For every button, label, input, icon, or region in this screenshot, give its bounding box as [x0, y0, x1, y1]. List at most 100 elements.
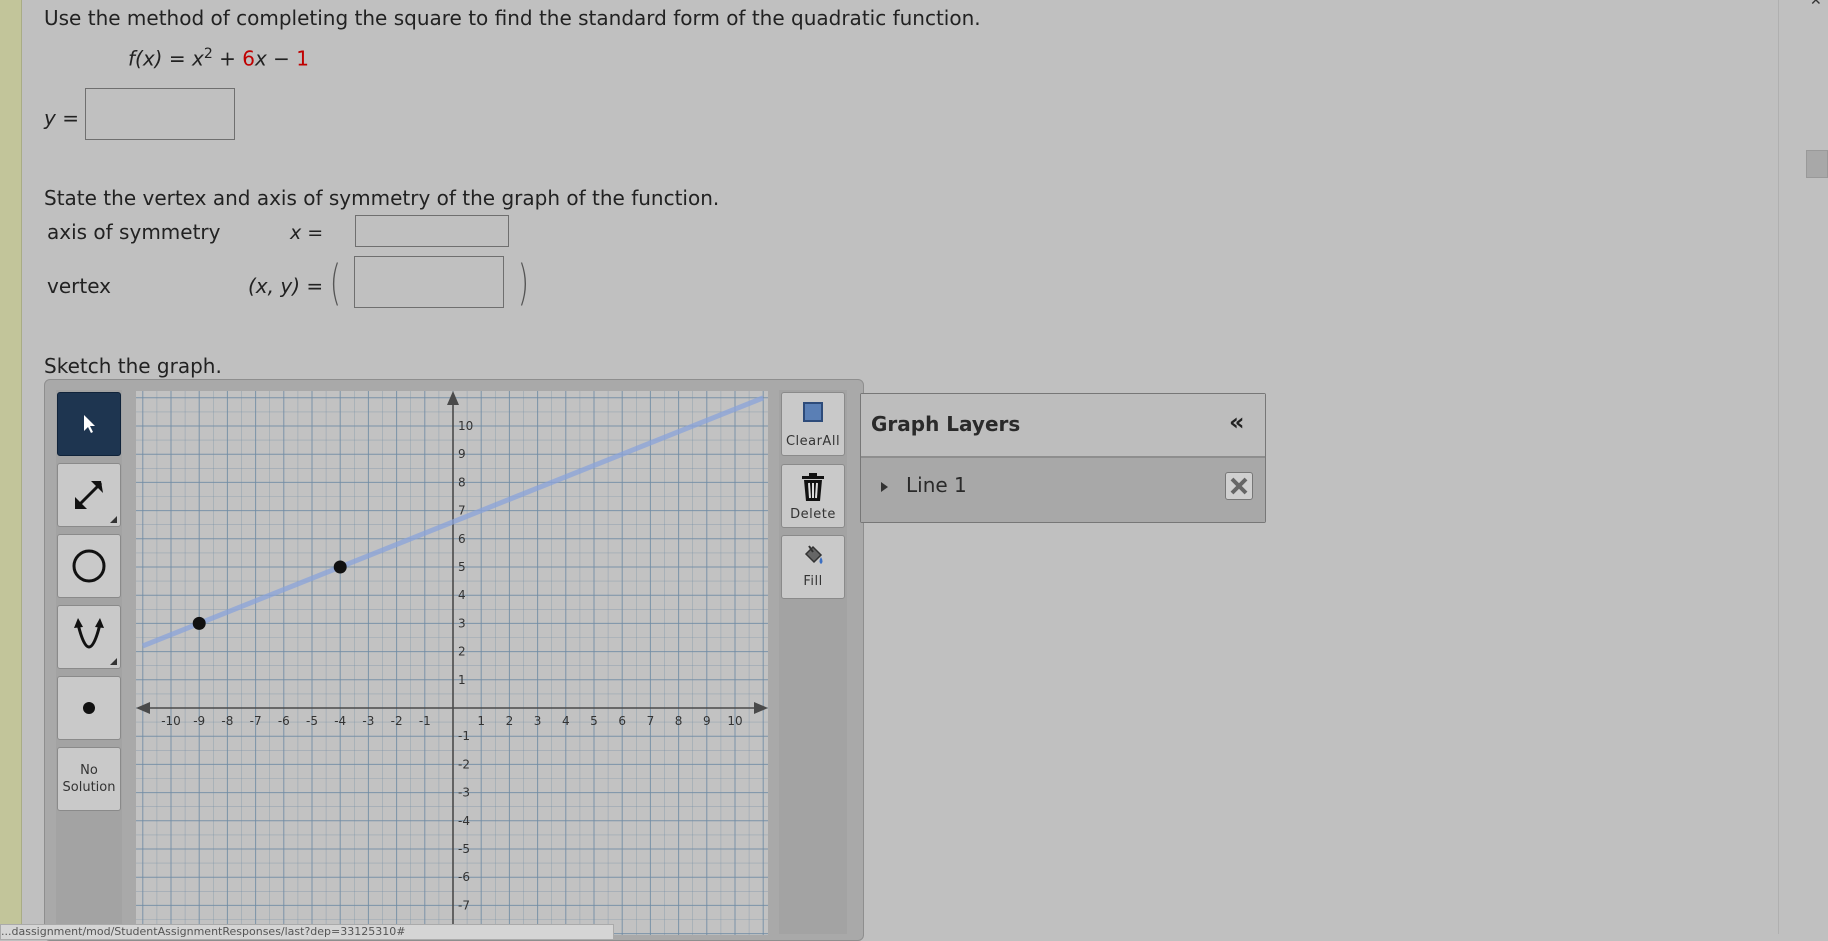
vertex-instruction: State the vertex and axis of symmetry of…	[44, 186, 720, 210]
x-tick-label: 6	[618, 714, 626, 728]
point-icon	[83, 702, 95, 714]
fill-button[interactable]: Fill	[781, 535, 845, 599]
pointer-icon	[84, 415, 95, 433]
trash-icon	[782, 471, 844, 503]
y-tick-label: -1	[458, 729, 470, 743]
x-tick-label: 3	[534, 714, 542, 728]
function-name: f(x)	[128, 46, 163, 71]
sketch-instruction: Sketch the graph.	[44, 354, 222, 378]
function-expression: f(x) = x2 + 6x − 1	[128, 46, 309, 71]
vertex-input[interactable]	[354, 256, 504, 308]
paint-bucket-icon	[782, 544, 844, 568]
open-paren: (	[329, 255, 341, 311]
x-tick-label: 9	[703, 714, 711, 728]
x-tick-label: -2	[391, 714, 403, 728]
y-tick-label: 8	[458, 475, 466, 489]
axis-of-symmetry-input[interactable]	[355, 215, 509, 247]
close-icon	[1230, 477, 1248, 495]
x-tick-label: -4	[334, 714, 346, 728]
x-tick-label: 4	[562, 714, 570, 728]
no-solution-button[interactable]: No Solution	[57, 747, 121, 811]
submenu-indicator	[110, 658, 117, 665]
x-tick-label: -5	[306, 714, 318, 728]
collapse-panel-button[interactable]: «	[1229, 408, 1245, 436]
circle-tool-button[interactable]	[57, 534, 121, 598]
coordinate-plane[interactable]: -10 -9 -8 -7 -6 -5 -4 -3 -2 -1 1 2 3 4 5 6 7 8 9 10 -7 -6 -5 -4…	[136, 391, 768, 935]
x-tick-label: 1	[477, 714, 485, 728]
parabola-icon	[74, 618, 104, 649]
x-tick-label: -7	[250, 714, 262, 728]
x-tick-label: 5	[590, 714, 598, 728]
x-axis-arrow-right	[754, 702, 768, 714]
parabola-tool-button[interactable]	[57, 605, 121, 669]
y-tick-label: 10	[458, 419, 473, 433]
delete-button[interactable]: Delete	[781, 464, 845, 528]
completing-square-instruction: Use the method of completing the square …	[44, 6, 981, 30]
vertex-xy: (x, y) =	[248, 274, 324, 298]
submenu-indicator	[110, 516, 117, 523]
x-tick-label: -1	[419, 714, 431, 728]
x-tick-label: -6	[278, 714, 290, 728]
y-tick-label: -7	[458, 898, 470, 912]
vertex-equation-label: (x, y) =	[248, 274, 323, 298]
x-tick-label: -10	[161, 714, 181, 728]
graph-layers-title: Graph Layers	[871, 412, 1021, 436]
line-tool-button[interactable]	[57, 463, 121, 527]
constant-term: 1	[296, 46, 310, 71]
graph-layers-panel: Graph Layers « Line 1	[860, 393, 1266, 523]
x-variable: x	[191, 46, 204, 71]
y-tick-label: 4	[458, 588, 466, 602]
y-tick-label: 3	[458, 616, 466, 630]
y-tick-label: 6	[458, 532, 466, 546]
remove-layer-button[interactable]	[1225, 472, 1253, 500]
x-tick-label: 2	[506, 714, 514, 728]
minus-sign: −	[266, 46, 297, 71]
y-tick-label: 9	[458, 447, 466, 461]
axis-equation-label: x =	[290, 222, 324, 244]
x-tick-label: -8	[221, 714, 233, 728]
no-solution-label: No Solution	[62, 763, 116, 795]
x-tick-label: 10	[727, 714, 742, 728]
circle-icon	[72, 549, 106, 583]
clear-all-label: ClearAll	[785, 434, 841, 449]
expand-arrow-icon[interactable]	[881, 482, 888, 492]
y-tick-label: -5	[458, 842, 470, 856]
close-corner-icon[interactable]: ✕	[1810, 0, 1822, 9]
y-tick-label: 2	[458, 645, 466, 659]
question-content: Use the method of completing the square …	[0, 0, 1778, 941]
select-tool-button[interactable]	[57, 392, 121, 456]
page-scrollbar[interactable]	[1778, 0, 1828, 934]
line-point[interactable]	[333, 560, 347, 574]
x-tick-label: 7	[647, 714, 655, 728]
layer-item[interactable]: Line 1	[861, 458, 1265, 522]
x-term: x	[254, 46, 267, 71]
y-tick-label: -3	[458, 786, 470, 800]
line-point[interactable]	[192, 616, 206, 630]
x-tick-label: -3	[362, 714, 374, 728]
close-paren: )	[517, 255, 529, 311]
standard-form-input[interactable]	[85, 88, 235, 140]
line-arrow-icon	[75, 481, 103, 509]
y-tick-label: -4	[458, 814, 470, 828]
clear-all-button[interactable]: ClearAll	[781, 392, 845, 456]
scrollbar-thumb[interactable]	[1806, 150, 1828, 178]
status-bar-url: ...dassignment/mod/StudentAssignmentResp…	[0, 924, 614, 940]
layer-item-label: Line 1	[906, 473, 967, 497]
plus-sign: +	[212, 46, 243, 71]
y-tick-label: -6	[458, 870, 470, 884]
delete-label: Delete	[790, 507, 836, 522]
y-tick-label: 1	[458, 673, 466, 687]
x-tick-label: -9	[193, 714, 205, 728]
axis-of-symmetry-label: axis of symmetry	[47, 220, 221, 244]
fill-label: Fill	[803, 574, 823, 589]
y-tick-label: 5	[458, 560, 466, 574]
linear-coefficient: 6	[242, 46, 255, 71]
y-tick-label: -2	[458, 757, 470, 771]
point-tool-button[interactable]	[57, 676, 121, 740]
equals-sign: =	[162, 46, 192, 71]
vertex-label: vertex	[47, 274, 111, 298]
x-tick-label: 8	[675, 714, 683, 728]
graph-layers-header: Graph Layers «	[861, 394, 1265, 458]
graph-canvas[interactable]: -10 -9 -8 -7 -6 -5 -4 -3 -2 -1 1 2 3 4 5 6 7 8 9 10 -7 -6 -5 -4…	[136, 391, 768, 935]
exponent: 2	[203, 46, 213, 62]
